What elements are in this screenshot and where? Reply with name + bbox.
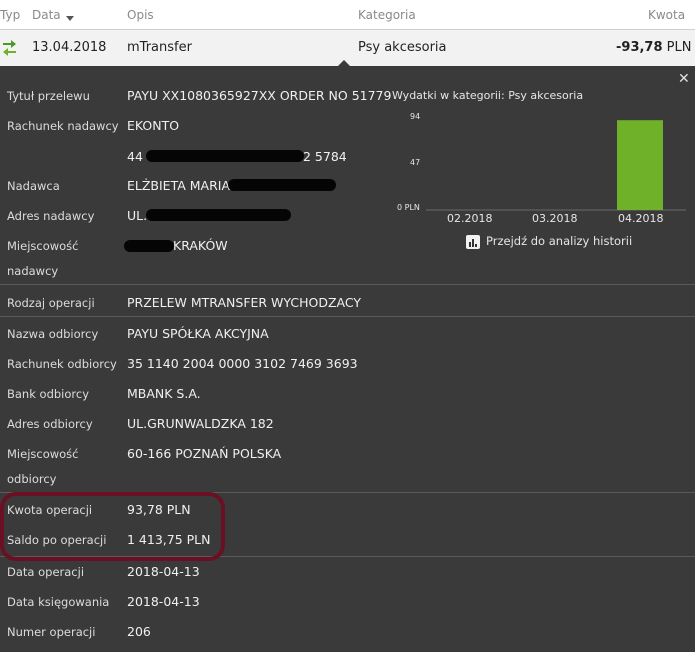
col-date-header[interactable]: Data	[32, 8, 74, 22]
redaction	[228, 179, 336, 191]
recipient-city-label: Miejscowość	[7, 447, 79, 461]
sender-value: ELŻBIETA MARIA	[127, 178, 231, 193]
transaction-date: 13.04.2018	[32, 40, 107, 55]
transaction-details-panel: ✕ Tytuł przelewu PAYU XX1080365927XX ORD…	[0, 67, 695, 652]
recipient-name-value: PAYU SPÓŁKA AKCYJNA	[127, 326, 269, 341]
x-tick-label: 03.2018	[532, 212, 578, 225]
y-tick-label: 0 PLN	[397, 203, 420, 212]
redaction	[124, 240, 174, 252]
op-date-value: 2018-04-13	[127, 564, 200, 579]
redaction	[146, 209, 291, 221]
recipient-account-value: 35 1140 2004 0000 3102 7469 3693	[127, 356, 358, 371]
redaction	[146, 150, 304, 162]
bar-chart-icon	[466, 234, 480, 249]
recipient-account-label: Rachunek odbiorcy	[7, 357, 117, 371]
op-number-label: Numer operacji	[7, 625, 96, 639]
sender-city-value: KRAKÓW	[173, 238, 228, 253]
divider	[0, 284, 695, 285]
op-date-label: Data operacji	[7, 565, 85, 579]
history-analysis-label: Przejdź do analizy historii	[486, 234, 633, 248]
amount-number: -93,78	[616, 40, 663, 55]
operation-type-value: PRZELEW MTRANSFER WYCHODZACY	[127, 295, 362, 310]
y-tick-label: 47	[410, 158, 421, 167]
divider	[0, 316, 695, 317]
amount-currency: PLN	[666, 40, 692, 55]
col-amount-header[interactable]: Kwota	[648, 8, 685, 22]
sender-account-label: Rachunek nadawcy	[7, 119, 119, 133]
recipient-address-value: UL.GRUNWALDZKA 182	[127, 416, 274, 431]
title-value: PAYU XX1080365927XX ORDER NO 51779	[127, 88, 392, 103]
recipient-bank-label: Bank odbiorcy	[7, 387, 90, 401]
col-category-header[interactable]: Kategoria	[358, 8, 416, 22]
chart-title: Wydatki w kategorii: Psy akcesoria	[392, 89, 584, 102]
recipient-city-value: 60-166 POZNAŃ POLSKA	[127, 446, 282, 461]
sender-address-label: Adres nadawcy	[7, 209, 95, 223]
recipient-address-label: Adres odbiorcy	[7, 417, 93, 431]
history-analysis-link[interactable]: Przejdź do analizy historii	[466, 234, 632, 249]
close-icon[interactable]: ✕	[678, 71, 690, 87]
y-tick-label: 94	[410, 112, 421, 121]
recipient-name-label: Nazwa odbiorcy	[7, 327, 99, 341]
sender-account-number-prefix: 44	[127, 149, 143, 164]
transaction-category: Psy akcesoria	[358, 40, 447, 55]
chart-bar	[617, 120, 663, 210]
expenses-chart	[426, 120, 686, 211]
x-tick-label: 04.2018	[618, 212, 664, 225]
booking-date-label: Data księgowania	[7, 595, 110, 609]
detail-pointer	[337, 60, 351, 67]
transaction-description: mTransfer	[127, 40, 192, 55]
recipient-city-label-2: odbiorcy	[7, 472, 57, 486]
sort-down-icon	[65, 16, 74, 21]
sender-address-value: UL.	[127, 208, 148, 223]
x-tick-label: 02.2018	[447, 212, 493, 225]
sender-city-label-2: nadawcy	[7, 264, 59, 278]
booking-date-value: 2018-04-13	[127, 594, 200, 609]
table-header: Typ Data Opis Kategoria Kwota	[0, 0, 695, 30]
col-desc-header[interactable]: Opis	[127, 8, 154, 22]
operation-type-label: Rodzaj operacji	[7, 296, 95, 310]
recipient-bank-value: MBANK S.A.	[127, 386, 201, 401]
transaction-amount: -93,78 PLN	[616, 40, 691, 55]
sender-label: Nadawca	[7, 179, 60, 193]
col-type-header[interactable]: Typ	[0, 8, 20, 22]
op-number-value: 206	[127, 624, 151, 639]
sender-account-number-suffix: 2 5784	[303, 149, 347, 164]
sender-account-value: EKONTO	[127, 118, 180, 133]
sender-city-label: Miejscowość	[7, 239, 79, 253]
col-date-label: Data	[32, 8, 61, 22]
highlight-outline	[0, 492, 225, 561]
transfer-arrows-icon	[2, 39, 17, 60]
title-label: Tytuł przelewu	[7, 89, 90, 103]
